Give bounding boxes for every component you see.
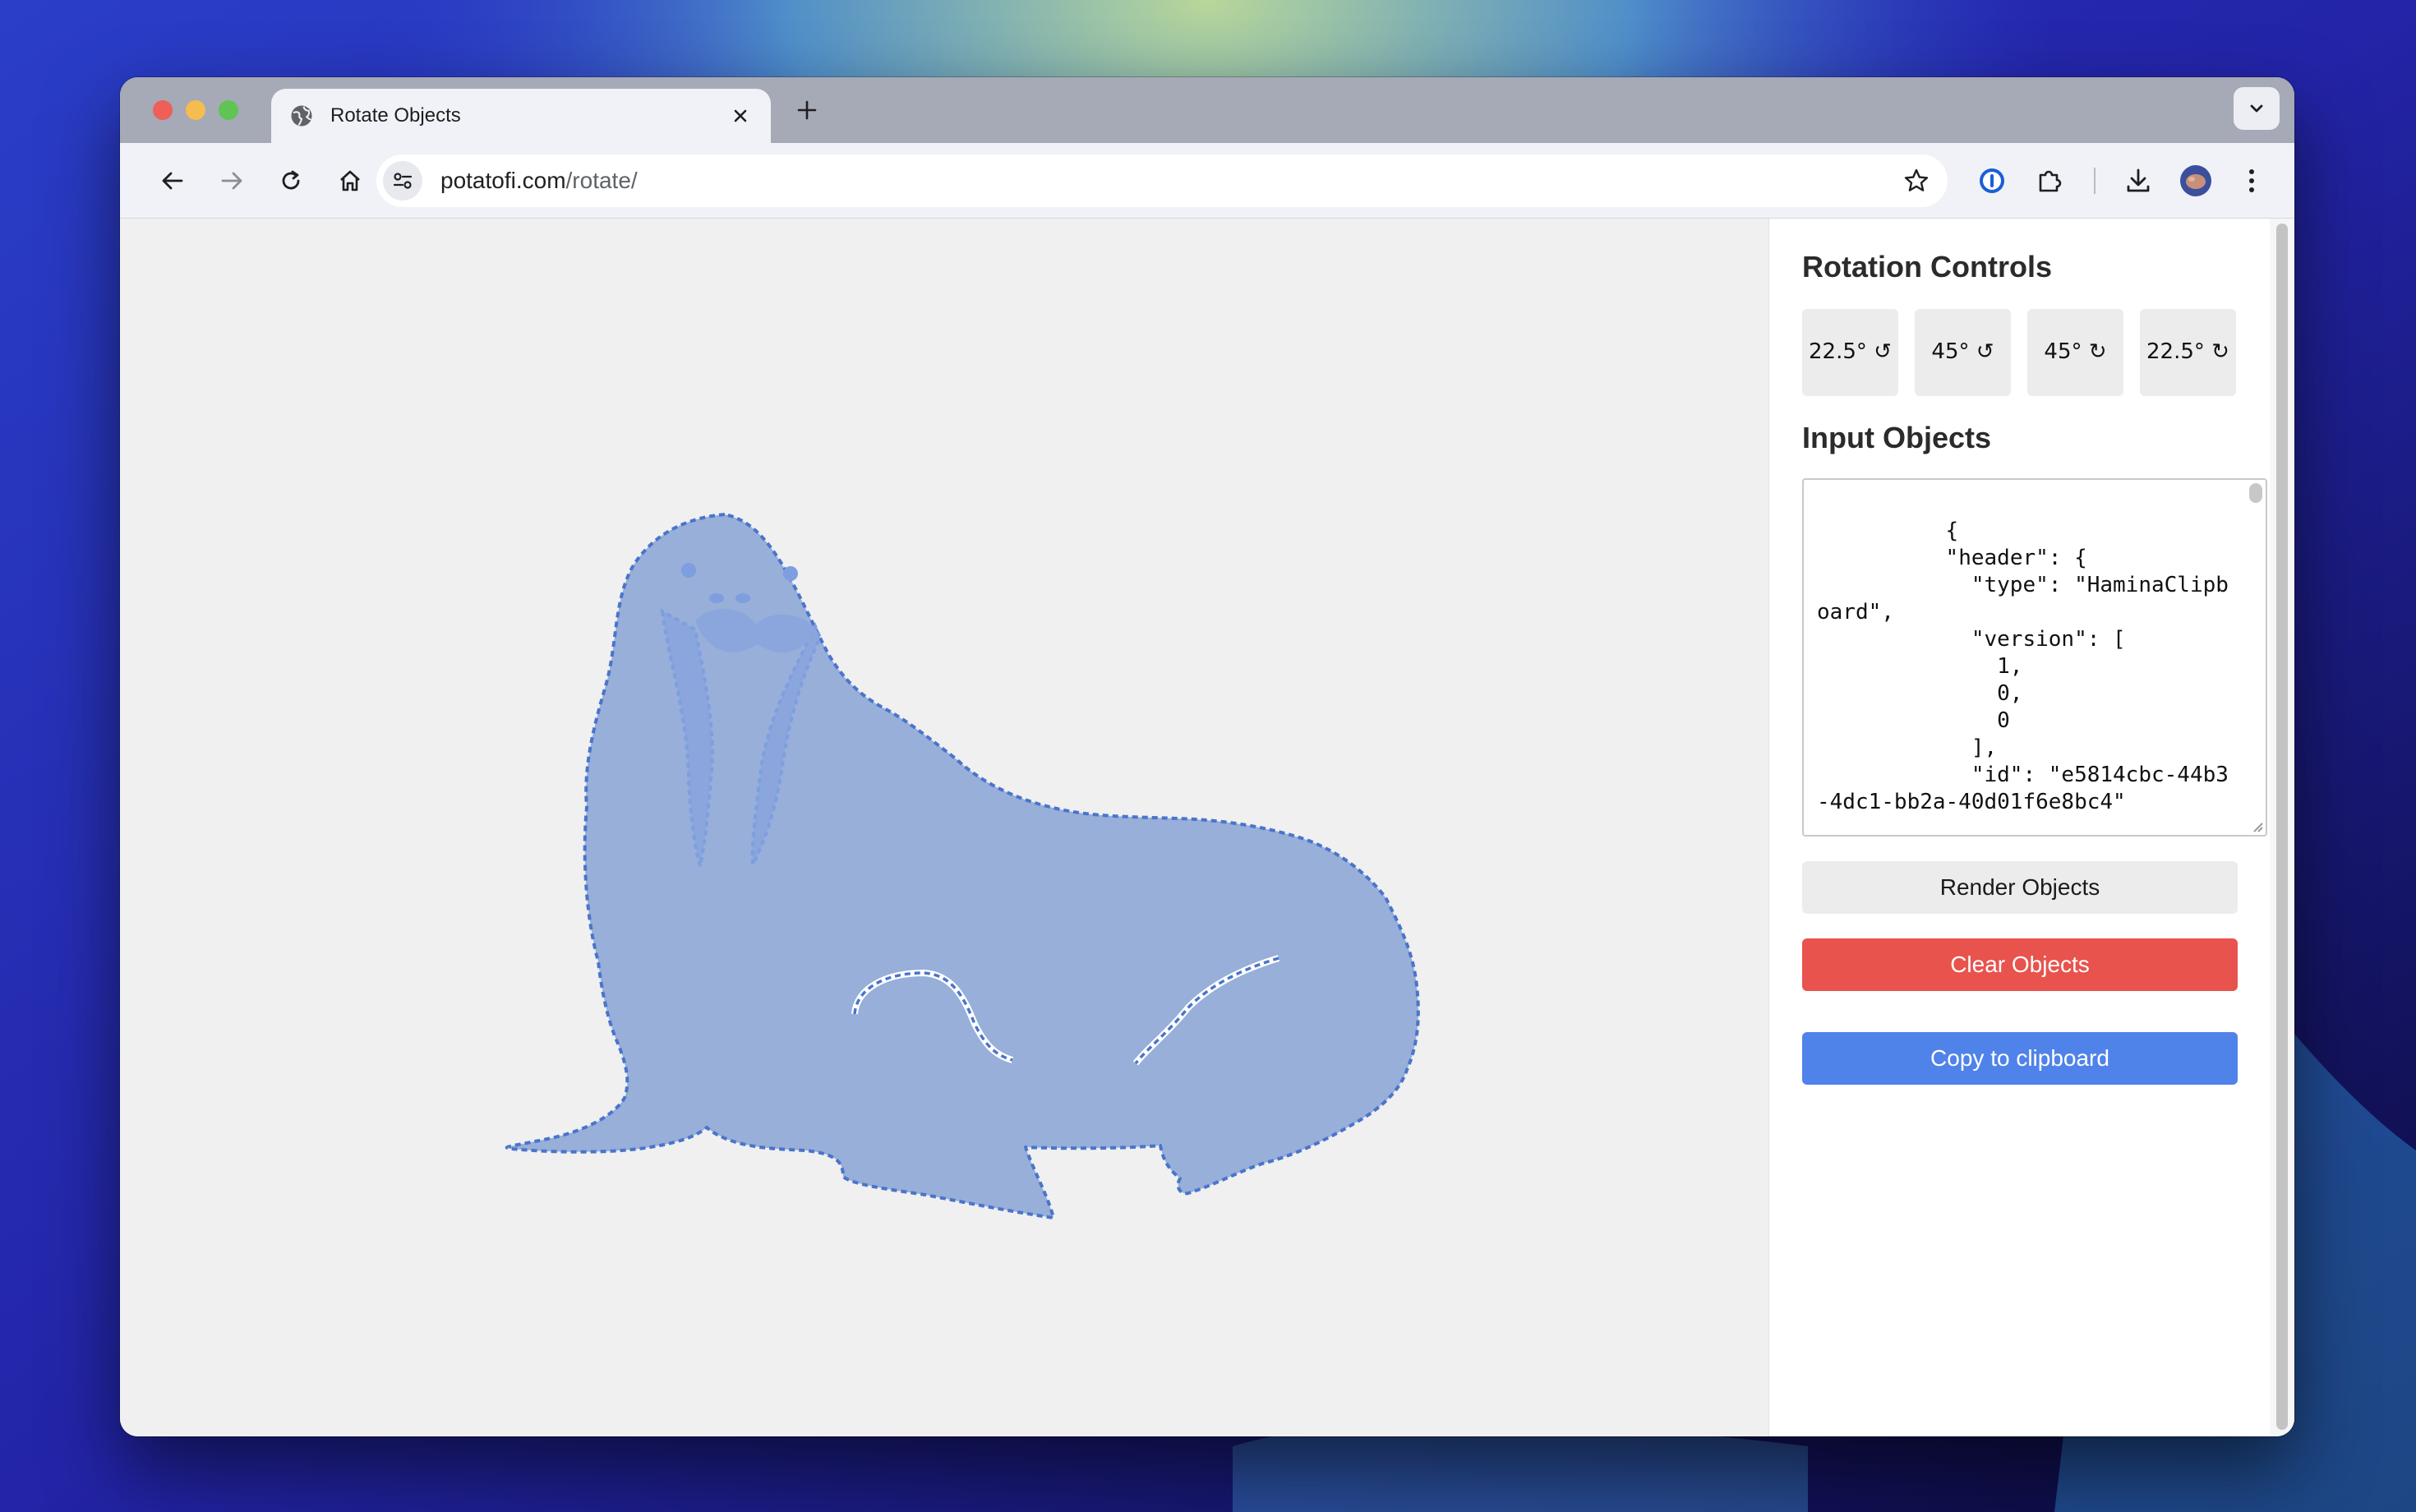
input-objects-textarea[interactable]: { "header": { "type": "HaminaClipboard",… bbox=[1802, 478, 2267, 837]
address-bar[interactable]: potatofi.com/rotate/ bbox=[376, 154, 1948, 207]
resize-handle-icon[interactable] bbox=[2249, 818, 2264, 833]
plus-icon[interactable] bbox=[792, 95, 822, 125]
download-icon[interactable] bbox=[2120, 163, 2156, 199]
password-manager-icon[interactable] bbox=[1974, 163, 2010, 199]
browser-window: Rotate Objects potatofi.com/rotate/ Rota… bbox=[120, 77, 2294, 1436]
profile-avatar[interactable] bbox=[2178, 163, 2214, 199]
close-icon[interactable] bbox=[728, 104, 753, 128]
zoom-window-button[interactable] bbox=[219, 100, 238, 120]
render-canvas[interactable] bbox=[120, 219, 1768, 1436]
close-window-button[interactable] bbox=[153, 100, 173, 120]
tab-rotate-objects[interactable]: Rotate Objects bbox=[271, 89, 771, 143]
input-objects-heading: Input Objects bbox=[1802, 421, 1992, 454]
toolbar-separator bbox=[2094, 168, 2096, 194]
rotate-ccw-45-button[interactable]: 45° ↺ bbox=[1915, 309, 2011, 396]
rotation-button-group: 22.5° ↺ 45° ↺ 45° ↻ 22.5° ↻ bbox=[1802, 309, 2237, 396]
textarea-scrollbar[interactable] bbox=[2249, 483, 2262, 503]
tab-title: Rotate Objects bbox=[330, 104, 461, 127]
site-settings-icon[interactable] bbox=[383, 161, 422, 201]
globe-icon bbox=[291, 105, 312, 127]
clear-objects-button[interactable]: Clear Objects bbox=[1802, 938, 2238, 991]
rotate-cw-22-5-button[interactable]: 22.5° ↻ bbox=[2140, 309, 2236, 396]
window-controls bbox=[153, 100, 238, 120]
rotate-cw-45-button[interactable]: 45° ↻ bbox=[2027, 309, 2123, 396]
url-path: /rotate/ bbox=[565, 168, 638, 193]
star-icon[interactable] bbox=[1902, 166, 1931, 196]
scrollbar-thumb[interactable] bbox=[2276, 224, 2288, 1430]
browser-toolbar: potatofi.com/rotate/ bbox=[120, 143, 2294, 219]
walrus-drawing bbox=[505, 513, 1420, 1219]
home-icon[interactable] bbox=[334, 164, 367, 197]
back-arrow-icon[interactable] bbox=[156, 164, 189, 197]
reload-icon[interactable] bbox=[274, 164, 307, 197]
chevron-down-icon[interactable] bbox=[2234, 87, 2280, 130]
rotate-ccw-22-5-button[interactable]: 22.5° ↺ bbox=[1802, 309, 1898, 396]
page-content: Rotation Controls 22.5° ↺ 45° ↺ 45° ↻ 22… bbox=[120, 219, 2294, 1436]
control-panel: Rotation Controls 22.5° ↺ 45° ↺ 45° ↻ 22… bbox=[1768, 219, 2270, 1436]
walrus-body[interactable] bbox=[505, 513, 1420, 1219]
input-objects-text[interactable]: { "header": { "type": "HaminaClipboard",… bbox=[1804, 480, 2266, 816]
extensions-icon[interactable] bbox=[2031, 163, 2068, 199]
url-text: potatofi.com/rotate/ bbox=[440, 168, 638, 194]
rotation-controls-heading: Rotation Controls bbox=[1802, 250, 2052, 284]
url-host: potatofi.com bbox=[440, 168, 566, 193]
copy-to-clipboard-button[interactable]: Copy to clipboard bbox=[1802, 1032, 2238, 1085]
forward-arrow-icon[interactable] bbox=[215, 164, 248, 197]
walrus-eye-left bbox=[681, 563, 696, 578]
more-menu-icon[interactable] bbox=[2234, 163, 2270, 199]
minimize-window-button[interactable] bbox=[186, 100, 205, 120]
tab-strip: Rotate Objects bbox=[120, 77, 2294, 143]
render-objects-button[interactable]: Render Objects bbox=[1802, 861, 2238, 914]
page-scrollbar[interactable] bbox=[2270, 219, 2294, 1436]
walrus-eye-right bbox=[783, 566, 798, 581]
